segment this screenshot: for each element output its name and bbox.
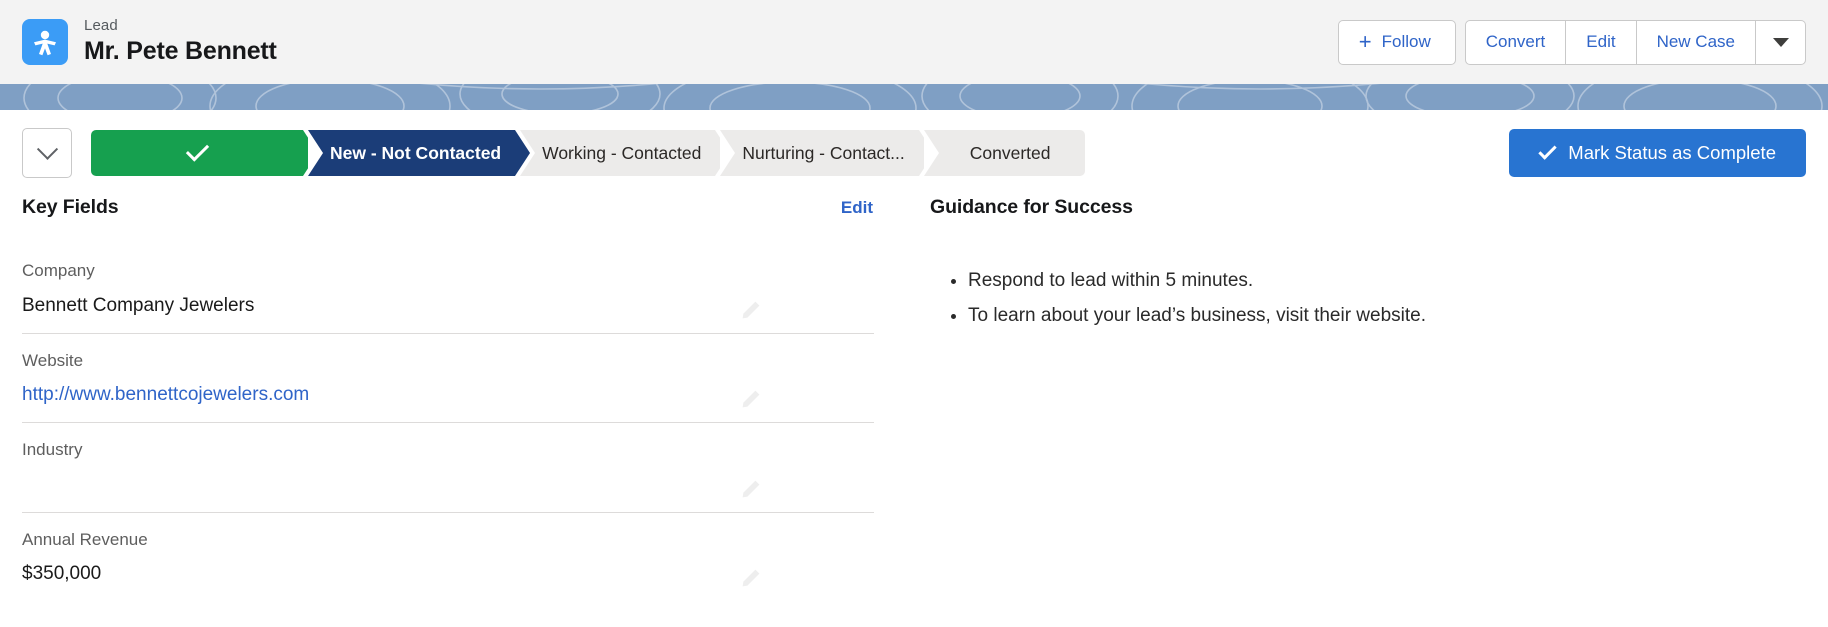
check-icon — [1538, 141, 1557, 160]
mark-status-complete-label: Mark Status as Complete — [1568, 142, 1776, 163]
guidance-list: Respond to lead within 5 minutes. To lea… — [930, 266, 1806, 332]
guidance-title: Guidance for Success — [930, 196, 1133, 218]
path-step-label: Nurturing - Contact... — [742, 142, 905, 163]
guidance-item: To learn about your lead’s business, vis… — [968, 301, 1806, 332]
page-title: Mr. Pete Bennett — [84, 37, 277, 66]
path-step-completed[interactable] — [91, 130, 318, 176]
check-icon — [185, 138, 209, 162]
key-fields-edit-link[interactable]: Edit — [841, 198, 873, 218]
lead-person-icon — [22, 19, 68, 65]
key-fields-panel: Key Fields Edit Company Bennett Company … — [22, 196, 897, 615]
follow-button-label: Follow — [1381, 32, 1431, 51]
field-label: Company — [22, 261, 95, 280]
object-type-label: Lead — [84, 17, 118, 35]
path-step-working-contacted[interactable]: Working - Contacted — [520, 130, 731, 176]
header-action-bar: + Follow Convert Edit New Case — [1337, 19, 1806, 65]
new-case-button[interactable]: New Case — [1636, 19, 1756, 65]
convert-button[interactable]: Convert — [1464, 19, 1567, 65]
field-industry: Industry — [22, 437, 874, 513]
guidance-panel: Guidance for Success Respond to lead wit… — [897, 196, 1806, 615]
pencil-icon[interactable] — [740, 478, 762, 500]
more-actions-button[interactable] — [1756, 19, 1806, 65]
guidance-header: Guidance for Success — [930, 196, 1806, 240]
edit-button[interactable]: Edit — [1566, 19, 1637, 65]
path-steps: New - Not Contacted Working - Contacted … — [91, 130, 1090, 176]
key-fields-header: Key Fields Edit — [22, 196, 897, 240]
chevron-down-icon — [36, 138, 58, 160]
pencil-icon[interactable] — [740, 388, 762, 410]
field-label: Website — [22, 350, 84, 370]
plus-icon: + — [1358, 29, 1372, 54]
record-banner-strip — [0, 84, 1828, 110]
field-annual-revenue: Annual Revenue $350,000 — [22, 527, 874, 602]
path-step-new-not-contacted[interactable]: New - Not Contacted — [308, 130, 531, 176]
follow-button[interactable]: + Follow — [1337, 19, 1456, 65]
caret-down-icon — [1772, 37, 1789, 47]
banner-pattern — [23, 84, 1823, 110]
header-button-group: Convert Edit New Case — [1464, 19, 1806, 65]
field-company: Company Bennett Company Jewelers — [22, 258, 874, 334]
path-step-nurturing-contacted[interactable]: Nurturing - Contact... — [720, 130, 935, 176]
path-step-converted[interactable]: Converted — [923, 130, 1085, 176]
path-step-label: Converted — [969, 142, 1051, 163]
sales-path: New - Not Contacted Working - Contacted … — [0, 110, 1828, 196]
field-website: Website http://www.bennettcojewelers.com — [22, 348, 874, 423]
guidance-item: Respond to lead within 5 minutes. — [968, 266, 1806, 297]
record-body: Key Fields Edit Company Bennett Company … — [0, 196, 1828, 615]
key-fields-list: Company Bennett Company Jewelers Website… — [22, 258, 897, 601]
record-header: Lead Mr. Pete Bennett + Follow Convert E… — [0, 0, 1828, 84]
path-step-label: Working - Contacted — [542, 142, 702, 163]
pencil-icon[interactable] — [740, 299, 762, 321]
record-header-identity: Lead Mr. Pete Bennett — [22, 17, 277, 66]
path-step-label: New - Not Contacted — [330, 142, 502, 163]
mark-status-complete-button[interactable]: Mark Status as Complete — [1509, 129, 1806, 177]
field-label: Annual Revenue — [22, 529, 148, 549]
field-label: Industry — [22, 440, 83, 459]
path-collapse-toggle[interactable] — [22, 128, 72, 178]
record-title-block: Lead Mr. Pete Bennett — [84, 17, 277, 66]
key-fields-title: Key Fields — [22, 196, 119, 218]
pencil-icon[interactable] — [740, 567, 762, 589]
